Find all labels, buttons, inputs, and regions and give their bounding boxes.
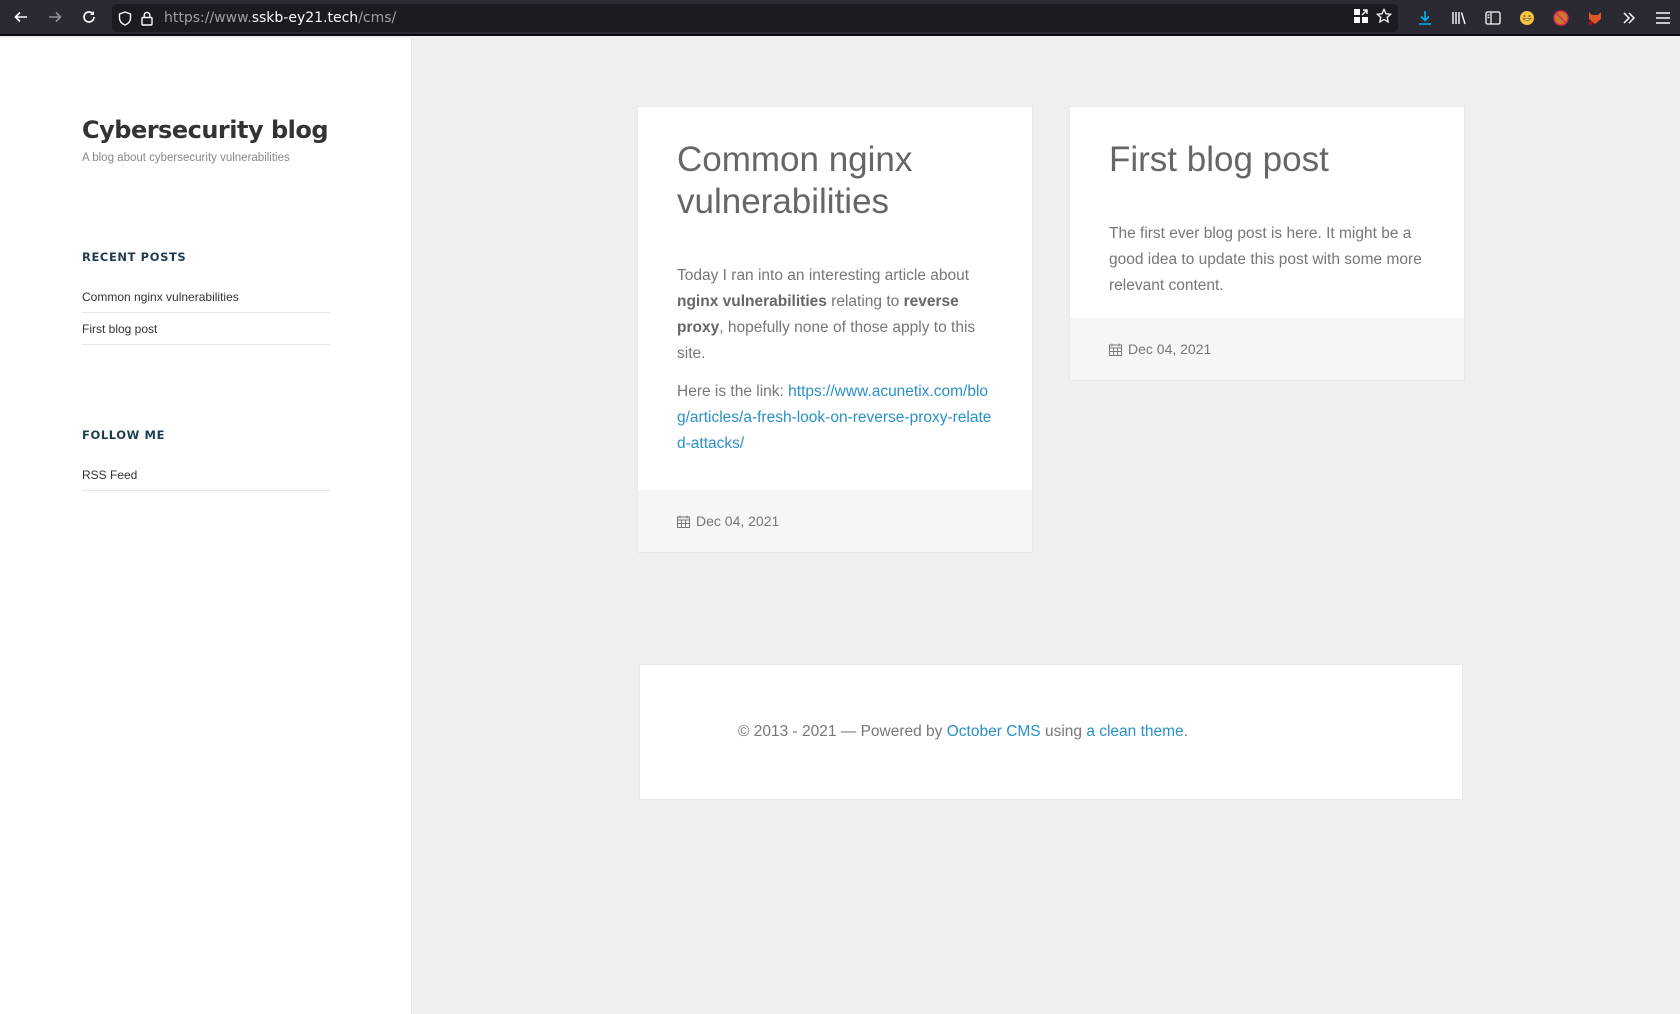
footer-text: © 2013 - 2021 — Powered by October CMS u… <box>738 723 1188 741</box>
recent-post-link[interactable]: First blog post <box>82 313 330 345</box>
download-icon <box>1419 11 1431 25</box>
url-path: /cms/ <box>358 10 397 26</box>
post-excerpt: Today I ran into an interesting article … <box>677 263 997 457</box>
fox-icon <box>1588 12 1601 25</box>
theme-link[interactable]: a clean theme <box>1086 723 1183 740</box>
bold-text: nginx vulnerabilities <box>677 293 827 310</box>
october-cms-link[interactable]: October CMS <box>947 723 1041 740</box>
text: . <box>1183 723 1188 740</box>
recent-post-link[interactable]: Common nginx vulnerabilities <box>82 281 330 313</box>
reload-button[interactable] <box>72 0 106 35</box>
page-footer: © 2013 - 2021 — Powered by October CMS u… <box>639 664 1463 800</box>
bookmark-star-icon[interactable] <box>1375 7 1393 29</box>
app-menu-button[interactable] <box>1646 0 1680 36</box>
reload-icon <box>83 11 95 23</box>
site-subtitle: A blog about cybersecurity vulnerabiliti… <box>82 152 290 164</box>
post-date: Dec 04, 2021 <box>696 513 780 529</box>
forward-button[interactable] <box>38 0 72 35</box>
url-host: sskb-ey21.tech <box>251 10 359 26</box>
follow-me-heading: FOLLOW ME <box>82 428 166 442</box>
post-title[interactable]: Common nginx vulnerabilities <box>677 139 1007 223</box>
post-meta: Dec 04, 2021 <box>1070 318 1464 380</box>
extension-cookie-button[interactable] <box>1544 0 1578 36</box>
calendar-icon <box>1109 343 1122 356</box>
arrow-left-icon <box>14 11 27 23</box>
shield-icon[interactable] <box>114 4 136 32</box>
extension-emoji-button[interactable] <box>1510 0 1544 36</box>
text: Here is the link: <box>677 383 789 400</box>
double-chevron-icon <box>1623 12 1636 24</box>
smiley-icon <box>1520 11 1534 25</box>
sidebar-icon <box>1485 11 1501 25</box>
text: relating to <box>826 293 904 310</box>
post-card: Common nginx vulnerabilities Today I ran… <box>637 106 1033 553</box>
page-actions-icon[interactable] <box>1354 8 1368 28</box>
downloads-button[interactable] <box>1408 0 1442 36</box>
hamburger-icon <box>1656 12 1670 24</box>
calendar-icon <box>677 515 690 528</box>
site-title[interactable]: Cybersecurity blog <box>82 116 329 144</box>
sidebar-toggle-button[interactable] <box>1476 0 1510 36</box>
post-date: Dec 04, 2021 <box>1128 341 1212 357</box>
overflow-menu-button[interactable] <box>1612 0 1646 36</box>
text: using <box>1040 723 1087 740</box>
text: © 2013 - 2021 — Powered by <box>738 723 947 740</box>
post-link-paragraph: Here is the link: https://www.acunetix.c… <box>677 379 997 457</box>
text: Today I ran into an interesting article … <box>677 267 970 284</box>
post-title[interactable]: First blog post <box>1109 139 1439 181</box>
post-excerpt: The first ever blog post is here. It mig… <box>1109 225 1422 294</box>
url-text[interactable]: https://www.sskb-ey21.tech/cms/ <box>164 10 396 26</box>
sidebar: Cybersecurity blog A blog about cybersec… <box>0 38 412 1014</box>
follow-links-list: RSS Feed <box>82 459 330 491</box>
library-icon <box>1452 12 1466 25</box>
arrow-right-icon <box>49 11 62 23</box>
rss-feed-link[interactable]: RSS Feed <box>82 459 330 491</box>
browser-toolbar: https://www.sskb-ey21.tech/cms/ <box>0 0 1680 36</box>
post-card: First blog post The first ever blog post… <box>1069 106 1465 381</box>
post-meta: Dec 04, 2021 <box>638 490 1032 552</box>
recent-posts-list: Common nginx vulnerabilities First blog … <box>82 281 330 345</box>
library-button[interactable] <box>1442 0 1476 36</box>
cookie-blocked-icon <box>1553 10 1569 26</box>
post-paragraph: Today I ran into an interesting article … <box>677 263 997 367</box>
recent-posts-heading: RECENT POSTS <box>82 250 187 264</box>
back-button[interactable] <box>4 0 38 35</box>
address-bar[interactable]: https://www.sskb-ey21.tech/cms/ <box>112 4 1398 32</box>
text: , hopefully none of those apply to this … <box>677 319 976 362</box>
url-prefix: https://www. <box>164 10 252 26</box>
extension-fox-button[interactable] <box>1578 0 1612 36</box>
lock-icon[interactable] <box>136 4 158 32</box>
